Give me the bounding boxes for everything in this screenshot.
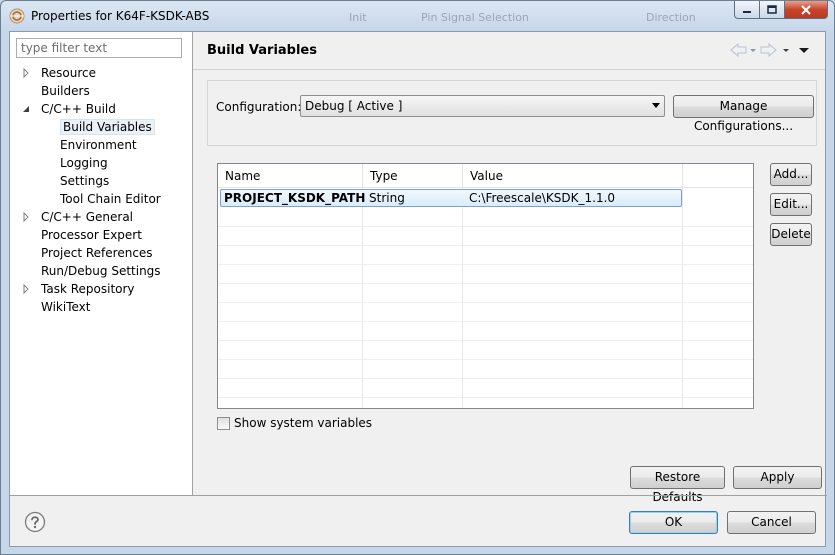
show-system-variables-option[interactable]: Show system variables bbox=[217, 415, 372, 431]
configuration-group: Configuration: Debug [ Active ] Manage C… bbox=[207, 80, 817, 146]
expand-arrow-icon bbox=[23, 67, 29, 79]
tree-item-settings[interactable]: Settings bbox=[40, 172, 109, 190]
title-bar[interactable]: Properties for K64F-KSDK-ABS Init Pin Si… bbox=[1, 1, 834, 31]
preference-page: Build Variables Configuration: Debug [ A… bbox=[193, 32, 825, 504]
tree-item-logging[interactable]: Logging bbox=[40, 154, 108, 172]
eclipse-app-icon bbox=[9, 8, 25, 24]
grid-line bbox=[362, 188, 363, 408]
grid-line bbox=[218, 340, 753, 341]
expand-arrow-icon bbox=[23, 211, 29, 223]
table-cell-name: PROJECT_KSDK_PATH bbox=[224, 191, 366, 205]
close-button[interactable] bbox=[785, 1, 828, 19]
configuration-value: Debug [ Active ] bbox=[305, 99, 403, 113]
ok-button[interactable]: OK bbox=[629, 511, 718, 534]
manage-configurations-button[interactable]: Manage Configurations... bbox=[673, 95, 814, 133]
cancel-button[interactable]: Cancel bbox=[727, 511, 816, 534]
expand-arrow-icon bbox=[23, 283, 29, 295]
grid-line bbox=[218, 226, 753, 227]
configuration-label: Configuration: bbox=[216, 100, 302, 114]
column-header-value[interactable]: Value bbox=[463, 164, 683, 188]
grid-line bbox=[218, 245, 753, 246]
tree-item-project-references[interactable]: Project References bbox=[21, 244, 153, 262]
background-tab-pin-signal: Pin Signal Selection bbox=[421, 11, 529, 24]
column-header-filler bbox=[683, 164, 753, 188]
add-button[interactable]: Add... bbox=[770, 163, 812, 186]
grid-line bbox=[218, 302, 753, 303]
grid-line bbox=[218, 378, 753, 379]
view-menu-icon[interactable] bbox=[799, 48, 809, 53]
page-navigation bbox=[730, 42, 809, 58]
properties-dialog: Properties for K64F-KSDK-ABS Init Pin Si… bbox=[0, 0, 835, 555]
tree-item-cpp-build[interactable]: C/C++ Build bbox=[21, 100, 116, 118]
grid-line bbox=[218, 359, 753, 360]
column-header-type[interactable]: Type bbox=[363, 164, 463, 188]
help-icon[interactable] bbox=[24, 511, 46, 533]
tree-item-builders[interactable]: Builders bbox=[21, 82, 90, 100]
show-system-variables-label: Show system variables bbox=[234, 416, 373, 430]
tree-item-processor-expert[interactable]: Processor Expert bbox=[21, 226, 142, 244]
build-variables-table[interactable]: Name Type Value PROJECT_KSDK_PATH String… bbox=[217, 163, 754, 409]
configuration-select[interactable]: Debug [ Active ] bbox=[300, 95, 665, 117]
preference-navigation: Resource Builders C/C++ Build Build Vari… bbox=[10, 32, 193, 495]
collapse-arrow-icon bbox=[23, 106, 29, 112]
delete-button[interactable]: Delete bbox=[770, 223, 812, 246]
tree-item-tool-chain-editor[interactable]: Tool Chain Editor bbox=[40, 190, 161, 208]
grid-line bbox=[218, 283, 753, 284]
table-cell-type: String bbox=[369, 191, 405, 205]
tree-item-cpp-general[interactable]: C/C++ General bbox=[21, 208, 133, 226]
apply-button[interactable]: Apply bbox=[733, 466, 822, 489]
background-tab-direction: Direction bbox=[646, 11, 696, 24]
maximize-button[interactable] bbox=[760, 1, 785, 19]
tree-item-task-repository[interactable]: Task Repository bbox=[21, 280, 135, 298]
page-title-separator bbox=[193, 69, 825, 70]
background-tab-init: Init bbox=[349, 11, 367, 24]
filter-input[interactable] bbox=[16, 38, 182, 58]
column-header-name[interactable]: Name bbox=[218, 164, 363, 188]
minimize-button[interactable] bbox=[734, 1, 760, 19]
grid-line bbox=[218, 321, 753, 322]
back-menu-chevron-icon[interactable] bbox=[750, 49, 756, 52]
table-cell-value: C:\Freescale\KSDK_1.1.0 bbox=[469, 191, 616, 205]
tree-item-run-debug-settings[interactable]: Run/Debug Settings bbox=[21, 262, 161, 280]
tree-item-build-variables[interactable]: Build Variables bbox=[40, 118, 155, 136]
forward-menu-chevron-icon[interactable] bbox=[783, 49, 789, 52]
restore-defaults-button[interactable]: Restore Defaults bbox=[630, 466, 725, 504]
minimize-icon bbox=[743, 10, 751, 13]
edit-button[interactable]: Edit... bbox=[770, 193, 812, 216]
page-title: Build Variables bbox=[207, 43, 317, 58]
grid-line bbox=[218, 397, 753, 398]
grid-line bbox=[218, 264, 753, 265]
forward-arrow-icon[interactable] bbox=[760, 42, 777, 58]
footer-separator bbox=[10, 495, 827, 496]
maximize-icon bbox=[767, 4, 777, 14]
dropdown-arrow-icon bbox=[652, 103, 660, 108]
back-arrow-icon[interactable] bbox=[730, 42, 747, 58]
tree-item-environment[interactable]: Environment bbox=[40, 136, 137, 154]
tree-item-wikitext[interactable]: WikiText bbox=[21, 298, 91, 316]
window-title: Properties for K64F-KSDK-ABS bbox=[31, 9, 210, 23]
dialog-client-area: Resource Builders C/C++ Build Build Vari… bbox=[9, 31, 827, 547]
tree-item-resource[interactable]: Resource bbox=[21, 64, 96, 82]
grid-line bbox=[462, 188, 463, 408]
close-icon bbox=[801, 4, 811, 15]
show-system-variables-checkbox[interactable] bbox=[217, 416, 230, 430]
grid-line bbox=[682, 188, 683, 408]
window-controls bbox=[734, 1, 828, 19]
